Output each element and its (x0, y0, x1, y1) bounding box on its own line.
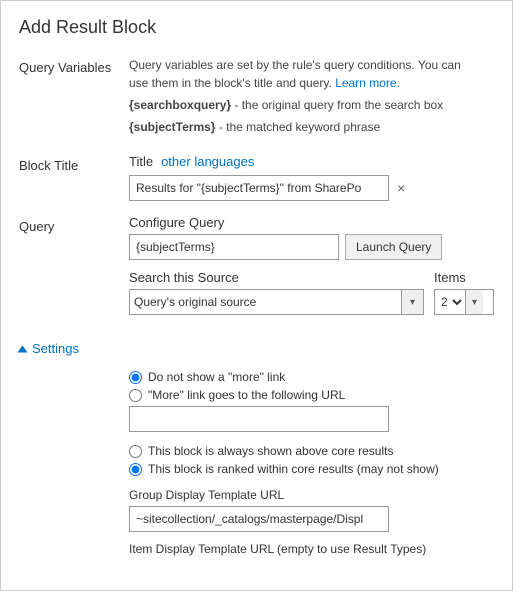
no-more-link-option: Do not show a "more" link (129, 370, 494, 384)
more-link-radio-group: Do not show a "more" link "More" link go… (129, 370, 494, 432)
more-link-url-label: "More" link goes to the following URL (148, 388, 345, 402)
more-link-url-radio[interactable] (129, 389, 142, 402)
ranked-within-label: This block is ranked within core results… (148, 462, 439, 476)
group-template-label: Group Display Template URL (129, 488, 494, 502)
title-field-label: Title (129, 154, 153, 169)
items-select-wrapper: 1 2 3 4 5 ▾ (434, 289, 494, 315)
settings-label: Settings (32, 341, 79, 356)
query-variables-content: Query variables are set by the rule's qu… (129, 56, 494, 140)
clear-title-button[interactable]: × (393, 181, 409, 195)
items-select[interactable]: 1 2 3 4 5 (435, 290, 465, 314)
block-title-label: Block Title (19, 154, 129, 201)
query-label: Query (19, 215, 129, 327)
items-col: Items 1 2 3 4 5 ▾ (434, 270, 494, 315)
settings-triangle-icon (18, 345, 28, 352)
block-title-content: Title other languages × (129, 154, 494, 201)
block-title-input[interactable] (129, 175, 389, 201)
items-select-arrow: ▾ (465, 290, 483, 314)
more-link-url-input[interactable] (129, 406, 389, 432)
query-section: Query Configure Query Launch Query Searc… (19, 215, 494, 327)
add-result-block-panel: Add Result Block Query Variables Query v… (0, 0, 513, 591)
no-more-link-radio[interactable] (129, 371, 142, 384)
item-template-label: Item Display Template URL (empty to use … (129, 542, 494, 556)
query-content: Configure Query Launch Query Search this… (129, 215, 494, 327)
searchbox-info: {searchboxquery} - the original query fr… (129, 96, 494, 114)
query-variables-info: Query variables are set by the rule's qu… (129, 56, 494, 92)
always-above-radio[interactable] (129, 445, 142, 458)
query-input-row: Launch Query (129, 234, 494, 260)
source-select-arrow: ▾ (401, 290, 423, 314)
source-items-row: Search this Source Query's original sour… (129, 270, 494, 315)
learn-more-link[interactable]: Learn more. (335, 76, 400, 90)
ranked-within-option: This block is ranked within core results… (129, 462, 494, 476)
title-row: Title other languages (129, 154, 494, 169)
search-source-select-wrapper: Query's original source Local SharePoint… (129, 289, 424, 315)
always-above-label: This block is always shown above core re… (148, 444, 393, 458)
no-more-link-label: Do not show a "more" link (148, 370, 285, 384)
subject-terms-info: {subjectTerms} - the matched keyword phr… (129, 118, 494, 136)
block-title-section: Block Title Title other languages × (19, 154, 494, 201)
items-label: Items (434, 270, 494, 285)
other-languages-link[interactable]: other languages (161, 154, 254, 169)
settings-content: Do not show a "more" link "More" link go… (19, 370, 494, 560)
search-source-select[interactable]: Query's original source Local SharePoint… (130, 290, 401, 314)
page-title: Add Result Block (19, 17, 494, 38)
settings-section: Settings Do not show a "more" link "More… (19, 341, 494, 560)
search-source-col: Search this Source Query's original sour… (129, 270, 424, 315)
configure-query-label: Configure Query (129, 215, 494, 230)
group-template-input[interactable] (129, 506, 389, 532)
launch-query-button[interactable]: Launch Query (345, 234, 442, 260)
query-input[interactable] (129, 234, 339, 260)
query-variables-section: Query Variables Query variables are set … (19, 56, 494, 140)
always-above-option: This block is always shown above core re… (129, 444, 494, 458)
more-link-url-option: "More" link goes to the following URL (129, 388, 494, 402)
title-input-row: × (129, 175, 494, 201)
core-results-radio-group: This block is always shown above core re… (129, 444, 494, 476)
ranked-within-radio[interactable] (129, 463, 142, 476)
query-variables-label: Query Variables (19, 56, 129, 140)
search-source-label: Search this Source (129, 270, 424, 285)
settings-header[interactable]: Settings (19, 341, 494, 356)
